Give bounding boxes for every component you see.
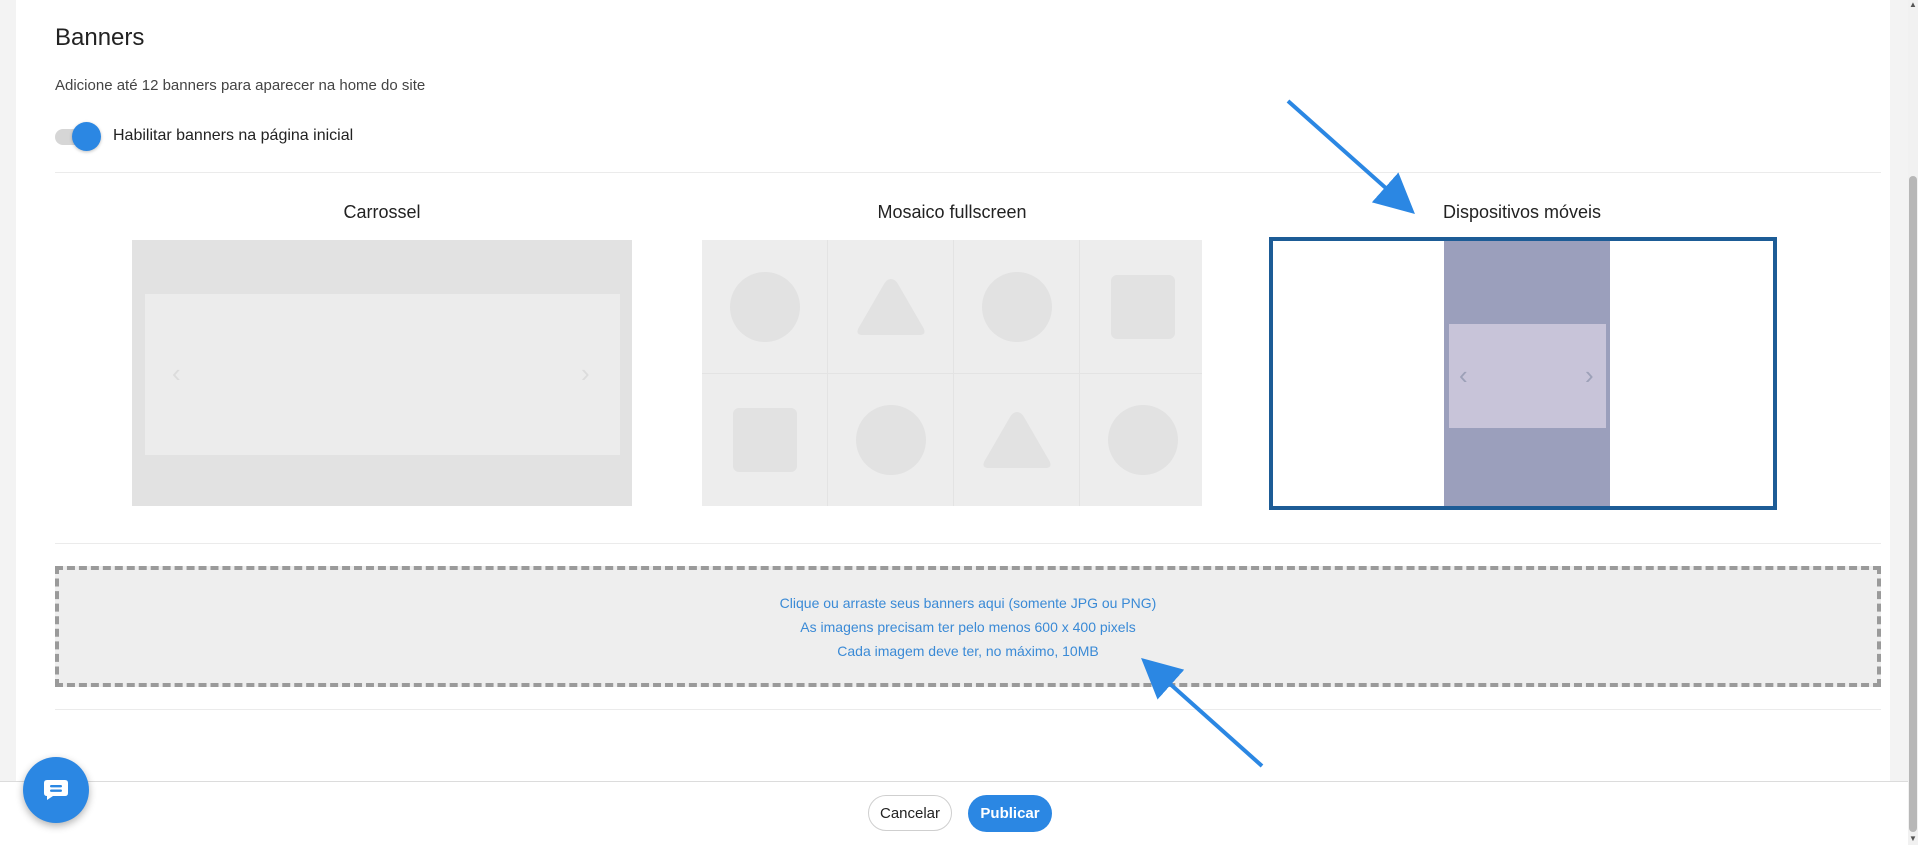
page-subtitle: Adicione até 12 banners para aparecer na…	[55, 77, 426, 94]
dropzone-min-size: As imagens precisam ter pelo menos 600 x…	[800, 618, 1136, 635]
mobile-slide-preview: ‹ ›	[1449, 324, 1606, 428]
divider-bottom	[55, 709, 1881, 710]
chat-bubble-icon	[44, 780, 68, 800]
cancel-button[interactable]: Cancelar	[868, 795, 952, 831]
option-carousel[interactable]: ‹ ›	[132, 240, 632, 506]
option-label-mobile: Dispositivos móveis	[1442, 202, 1602, 222]
enable-banners-toggle[interactable]	[55, 121, 101, 151]
divider-middle	[55, 543, 1881, 544]
chevron-right-icon: ›	[1585, 360, 1594, 390]
mosaic-tile	[828, 240, 954, 373]
circle-shape	[982, 271, 1052, 342]
mosaic-tile	[702, 240, 828, 373]
footer-action-bar: Cancelar Publicar	[0, 781, 1908, 845]
mosaic-tile	[828, 373, 954, 506]
enable-banners-label: Habilitar banners na página inicial	[113, 127, 354, 144]
option-label-carousel: Carrossel	[343, 202, 421, 222]
square-shape	[733, 407, 797, 472]
vertical-scrollbar[interactable]: ▲ ▼	[1908, 0, 1918, 845]
mosaic-tile	[1080, 373, 1206, 506]
option-mosaic[interactable]	[702, 240, 1202, 506]
carousel-slide-preview: ‹ ›	[145, 294, 620, 455]
circle-shape	[1108, 404, 1178, 475]
banner-upload-dropzone[interactable]: Clique ou arraste seus banners aqui (som…	[55, 566, 1881, 687]
option-mobile[interactable]: ‹ ›	[1269, 237, 1777, 510]
page-title: Banners	[55, 24, 145, 51]
chevron-left-icon: ‹	[172, 358, 181, 388]
dropzone-max-size: Cada imagem deve ter, no máximo, 10MB	[837, 642, 1099, 659]
toggle-knob	[72, 122, 101, 151]
square-shape	[1111, 274, 1175, 339]
scrollbar-thumb[interactable]	[1909, 176, 1917, 832]
mosaic-tile	[954, 373, 1080, 506]
publish-button[interactable]: Publicar	[968, 795, 1052, 832]
mobile-screen-preview: ‹ ›	[1444, 241, 1610, 506]
mosaic-tile	[1080, 240, 1206, 373]
chat-support-button[interactable]	[23, 757, 89, 823]
chevron-right-icon: ›	[581, 358, 590, 388]
scroll-down-icon[interactable]: ▼	[1909, 834, 1917, 844]
mosaic-tile	[954, 240, 1080, 373]
scroll-up-icon[interactable]: ▲	[1909, 0, 1917, 10]
chevron-left-icon: ‹	[1459, 360, 1468, 390]
option-label-mosaic: Mosaico fullscreen	[877, 202, 1027, 222]
enable-banners-row: Habilitar banners na página inicial	[55, 121, 353, 151]
triangle-shape	[857, 278, 925, 335]
mosaic-tile	[702, 373, 828, 506]
circle-shape	[856, 404, 926, 475]
banners-card: Banners Adicione até 12 banners para apa…	[16, 0, 1890, 845]
divider-top	[55, 172, 1881, 173]
triangle-shape	[983, 411, 1051, 468]
dropzone-instructions: Clique ou arraste seus banners aqui (som…	[779, 594, 1157, 611]
circle-shape	[730, 271, 800, 342]
